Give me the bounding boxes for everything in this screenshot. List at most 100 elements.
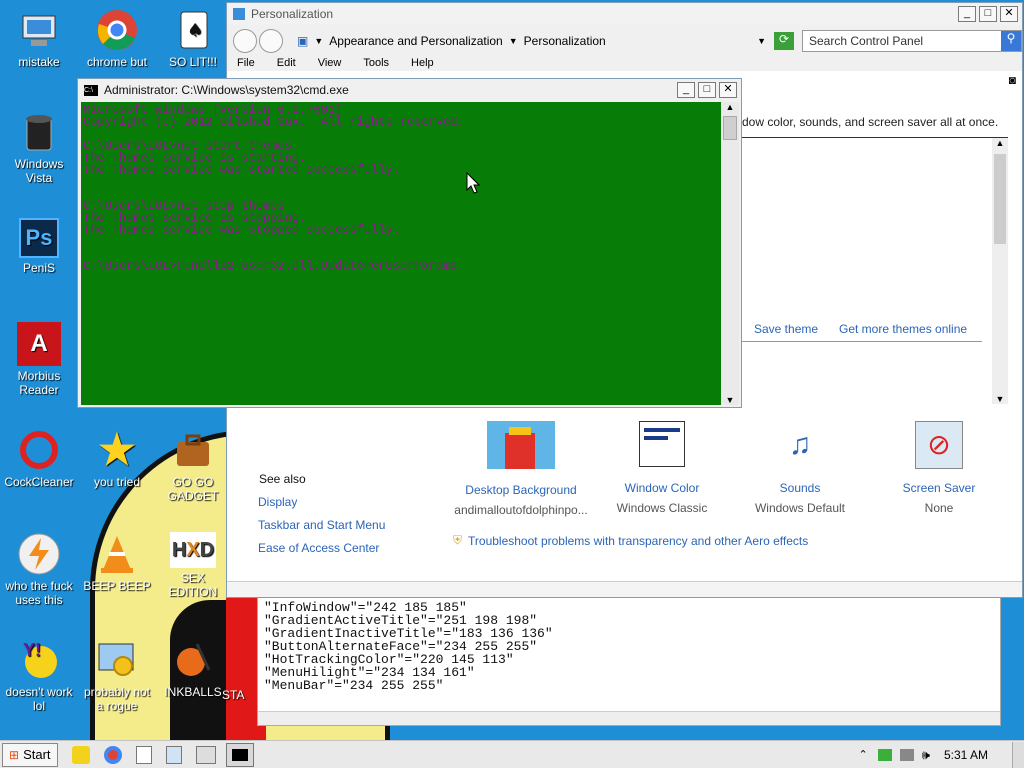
address-dropdown-icon[interactable]: ▼: [757, 36, 766, 46]
personalization-titlebar[interactable]: Personalization _ □ ✕: [227, 3, 1022, 25]
window-color-icon: [639, 421, 685, 467]
desktop-icon-cockcleaner[interactable]: CockCleaner: [2, 428, 76, 489]
link-display[interactable]: Display: [258, 495, 297, 509]
explorer-taskbar-icon[interactable]: [71, 745, 90, 764]
link-taskbar-start-menu[interactable]: Taskbar and Start Menu: [258, 518, 385, 532]
save-theme-link[interactable]: Save theme: [754, 322, 818, 336]
show-hidden-icons-icon[interactable]: ⌃: [859, 748, 868, 761]
menu-help[interactable]: Help: [411, 57, 434, 71]
desktop-icon-who-the-fuck-uses-this[interactable]: who the fuck uses this: [2, 532, 76, 607]
cmd-minimize-button[interactable]: _: [677, 82, 695, 98]
close-button[interactable]: ✕: [1000, 6, 1018, 22]
photoshop-icon: Ps: [19, 218, 59, 258]
shield-icon: ⛨: [453, 533, 463, 547]
desktop-icon-sta[interactable]: STA: [222, 688, 262, 702]
desktop-icon-morbius-reader[interactable]: A Morbius Reader: [2, 322, 76, 397]
svg-text:Y!: Y!: [23, 640, 41, 660]
desktop-icon-sta-label: STA: [222, 688, 245, 702]
mouse-cursor-icon: [466, 171, 481, 197]
desktop-icon-chrome-but[interactable]: chrome but: [80, 8, 154, 69]
cmd-taskbar-button[interactable]: [225, 742, 254, 767]
show-desktop-button[interactable]: [1012, 741, 1024, 768]
cmd-titlebar[interactable]: C:\ Administrator: C:\Windows\system32\c…: [78, 79, 741, 101]
yahoo-icon: Y!: [17, 638, 61, 682]
see-also-title: See also: [259, 472, 306, 486]
screen-saver-item[interactable]: ⊘ Screen Saver None: [884, 421, 994, 515]
desktop-icon-inkballs[interactable]: INKBALLS: [156, 638, 230, 699]
refresh-button[interactable]: ⟳: [774, 32, 794, 50]
back-button[interactable]: [233, 29, 257, 53]
cmd-icon: C:\: [84, 84, 98, 96]
status-bar: [227, 581, 1022, 597]
scrollbar-thumb[interactable]: [994, 154, 1006, 244]
address-bar: ▣ ▼ Appearance and Personalization ▼ Per…: [227, 25, 1022, 57]
menu-view[interactable]: View: [318, 57, 342, 71]
minimize-button[interactable]: _: [958, 6, 976, 22]
clock[interactable]: 5:31 AM: [944, 748, 988, 762]
cmd-scrollbar[interactable]: ▲ ▼: [721, 102, 739, 405]
window-title: Personalization: [251, 7, 334, 21]
notepad-taskbar-icon[interactable]: [135, 745, 152, 764]
window-color-item[interactable]: Window Color Windows Classic: [607, 421, 717, 515]
desktop-icon-probably-not-a-rogue[interactable]: probably not a rogue: [80, 638, 154, 713]
link-ease-of-access[interactable]: Ease of Access Center: [258, 541, 379, 555]
desktop-icon-doesnt-work-lol[interactable]: Y! doesn't work lol: [2, 638, 76, 713]
breadcrumb-personalization[interactable]: Personalization: [524, 34, 757, 48]
desktop-icon-windows-vista[interactable]: Windows Vista: [2, 110, 76, 185]
inkball-icon: [171, 638, 215, 682]
menu-file[interactable]: File: [237, 57, 255, 71]
gears-icon: [95, 638, 139, 682]
cmd-window[interactable]: C:\ Administrator: C:\Windows\system32\c…: [77, 78, 742, 408]
taskbar: ⊞ Start ⌃ 🕪 5:31 AM: [0, 740, 1024, 768]
search-icon[interactable]: ⚲: [1001, 31, 1021, 51]
desktop-icon-you-tried[interactable]: ★ you tried: [80, 428, 154, 490]
desktop-icon-beep-beep[interactable]: BEEP BEEP: [80, 532, 154, 593]
forward-button[interactable]: [259, 29, 283, 53]
desktop-icon-sex-edition[interactable]: HXD SEX EDITION: [156, 532, 230, 599]
desktop-icon-go-go-gadget[interactable]: GO GO GADGET: [156, 428, 230, 503]
briefcase-icon: [171, 428, 215, 472]
cmd-close-button[interactable]: ✕: [719, 82, 737, 98]
personalization-taskbar-icon[interactable]: [195, 745, 216, 764]
cmd-line: Copyright (c) 2012 Oilshed Sux. All righ…: [83, 115, 465, 129]
cmd-maximize-button[interactable]: □: [698, 82, 716, 98]
horizontal-scrollbar[interactable]: [258, 711, 1000, 725]
notepad2-taskbar-icon[interactable]: [165, 745, 182, 764]
search-input[interactable]: Search Control Panel ⚲: [802, 30, 1022, 52]
desktop-icon-penis[interactable]: Ps PeniS: [2, 218, 76, 275]
menu-tools[interactable]: Tools: [363, 57, 389, 71]
breadcrumb-appearance[interactable]: Appearance and Personalization: [329, 34, 502, 48]
theme-scrollbar[interactable]: ▲ ▼: [992, 138, 1008, 404]
cmd-console[interactable]: Microsoft Windows [Version 6.1.7601] Copy…: [81, 102, 721, 405]
cmd-title: Administrator: C:\Windows\system32\cmd.e…: [104, 83, 349, 97]
sounds-item[interactable]: ♫ Sounds Windows Default: [745, 421, 855, 515]
chevron-down-icon[interactable]: ▼: [509, 36, 518, 46]
cmd-scrollbar-thumb[interactable]: [723, 116, 737, 140]
network-icon[interactable]: [899, 748, 914, 761]
start-button[interactable]: ⊞ Start: [2, 742, 58, 767]
hxd-icon: HXD: [170, 532, 216, 568]
monitor-icon: ▣: [297, 34, 309, 48]
maximize-button[interactable]: □: [979, 6, 997, 22]
desktop-icon-so-lit[interactable]: ♠ SO LIT!!!: [156, 8, 230, 69]
acrobat-icon: A: [17, 322, 61, 366]
volume-icon[interactable]: 🕪: [922, 747, 930, 763]
theme-list[interactable]: Save theme Get more themes online ▲ ▼: [742, 137, 1008, 407]
get-more-themes-link[interactable]: Get more themes online: [839, 322, 967, 336]
chrome-icon: [95, 8, 139, 52]
recycle-bin-icon: [17, 110, 61, 154]
windows-logo-icon: ⊞: [9, 747, 20, 762]
notepad-text[interactable]: "InfoWindow"="242 185 185" "GradientActiv…: [258, 597, 1000, 696]
battery-icon[interactable]: [877, 748, 892, 761]
menu-edit[interactable]: Edit: [277, 57, 296, 71]
troubleshoot-row[interactable]: ⛨ Troubleshoot problems with transparenc…: [453, 533, 808, 548]
help-icon[interactable]: ◙: [1009, 73, 1016, 87]
chrome-taskbar-icon[interactable]: [103, 745, 122, 764]
vlc-icon: [95, 532, 139, 576]
cmd-line: [83, 236, 719, 248]
chevron-down-icon[interactable]: ▼: [314, 36, 323, 46]
notepad-window[interactable]: "InfoWindow"="242 185 185" "GradientActiv…: [257, 596, 1001, 726]
desktop-background-item[interactable]: Desktop Background andimalloutofdolphinp…: [451, 421, 591, 517]
desktop-icon-mistake[interactable]: mistake: [2, 8, 76, 69]
cmd-line: The Themes service was started successfu…: [83, 163, 400, 177]
